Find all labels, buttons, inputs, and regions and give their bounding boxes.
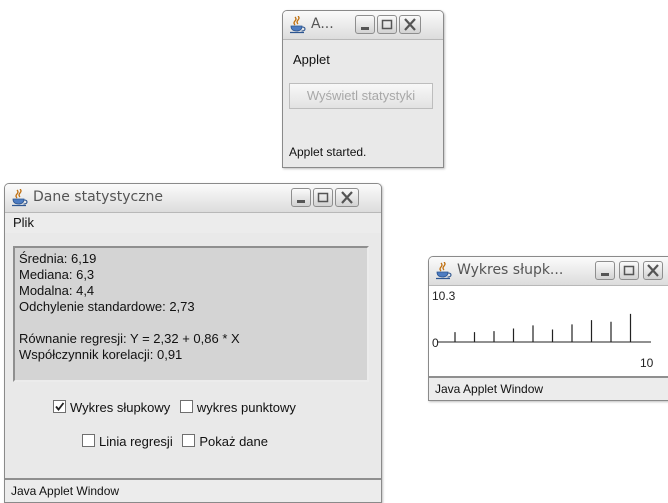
show-data-label: Pokaż dane [199,434,268,449]
applet-menu-label: Applet [293,52,330,67]
checkbox-unchecked[interactable] [182,434,196,447]
x-max-label: 10 [640,356,654,370]
bar-chart-label: Wykres słupkowy [70,400,171,415]
maximize-button[interactable] [619,261,639,280]
stat-blank-line [19,315,363,331]
stat-mode: Modalna: 4,4 [19,283,95,298]
chart-titlebar[interactable]: Wykres słupk... [429,257,668,286]
show-statistics-button[interactable]: Wyświetl statystyki [289,83,433,109]
close-icon [647,264,659,277]
stats-text-area[interactable]: Średnia: 6,19 Mediana: 6,3 Modalna: 4,4 … [13,246,369,382]
minimize-button[interactable] [291,188,311,207]
applet-status: Applet started. [289,145,367,159]
menu-plik[interactable]: Plik [13,215,34,230]
regression-line-checkbox[interactable]: Linia regresji [82,434,176,449]
stat-mean: Średnia: 6,19 [19,251,97,266]
close-button[interactable] [643,261,663,280]
checkbox-checked[interactable] [53,400,66,413]
checkbox-unchecked[interactable] [179,400,193,413]
checkbox-row-2: Linia regresji Pokaż dane [82,434,268,449]
stats-titlebar[interactable]: Dane statystyczne [5,184,381,213]
maximize-icon [381,19,393,30]
stats-statusbar: Java Applet Window [5,478,381,502]
stat-std-dev: Odchylenie standardowe: 2,73 [19,299,195,314]
java-coffee-cup-icon [289,15,307,34]
applet-window: A... Applet Wyświetl statystyki Applet s… [282,10,444,168]
applet-titlebar[interactable]: A... [283,11,443,40]
maximize-button[interactable] [313,188,333,207]
minimize-icon [361,27,369,30]
maximize-icon [623,265,635,276]
check-icon [55,402,65,411]
regression-line-label: Linia regresji [99,434,173,449]
stats-window-title: Dane statystyczne [33,189,164,205]
java-coffee-cup-icon [435,261,453,280]
chart-canvas: 10.3 0 10 [429,286,668,376]
applet-window-title: A... [311,16,334,32]
stat-correlation: Współczynnik korelacji: 0,91 [19,347,183,362]
close-icon [404,18,416,31]
minimize-button[interactable] [355,15,375,34]
close-button[interactable] [335,188,359,207]
scatter-chart-label: wykres punktowy [196,400,296,415]
scatter-chart-checkbox[interactable]: wykres punktowy [179,400,296,415]
maximize-icon [317,192,329,203]
minimize-icon [601,273,609,276]
bar-chart: 10.3 0 10 [432,289,654,370]
stat-median: Mediana: 6,3 [19,267,95,282]
bar-chart-checkbox[interactable]: Wykres słupkowy [53,400,174,415]
chart-window: Wykres słupk... 10.3 0 10 Java Applet Wi… [428,256,668,401]
show-data-checkbox[interactable]: Pokaż dane [182,434,268,449]
close-button[interactable] [399,15,421,34]
y-min-label: 0 [432,336,439,350]
bars-group [454,313,632,342]
minimize-icon [297,200,305,203]
y-max-label: 10.3 [432,289,456,303]
java-coffee-cup-icon [11,188,29,207]
checkbox-row-1: Wykres słupkowy wykres punktowy [53,400,296,415]
stats-window: Dane statystyczne Plik Średnia: 6,19 Med… [4,183,382,503]
close-icon [341,191,353,204]
chart-statusbar: Java Applet Window [429,376,668,400]
stat-regression: Równanie regresji: Y = 2,32 + 0,86 * X [19,331,240,346]
stats-menubar: Plik [5,213,381,233]
checkbox-unchecked[interactable] [82,434,95,447]
maximize-button[interactable] [377,15,397,34]
show-statistics-label: Wyświetl statystyki [306,88,416,103]
chart-window-title: Wykres słupk... [457,262,564,278]
minimize-button[interactable] [595,261,615,280]
